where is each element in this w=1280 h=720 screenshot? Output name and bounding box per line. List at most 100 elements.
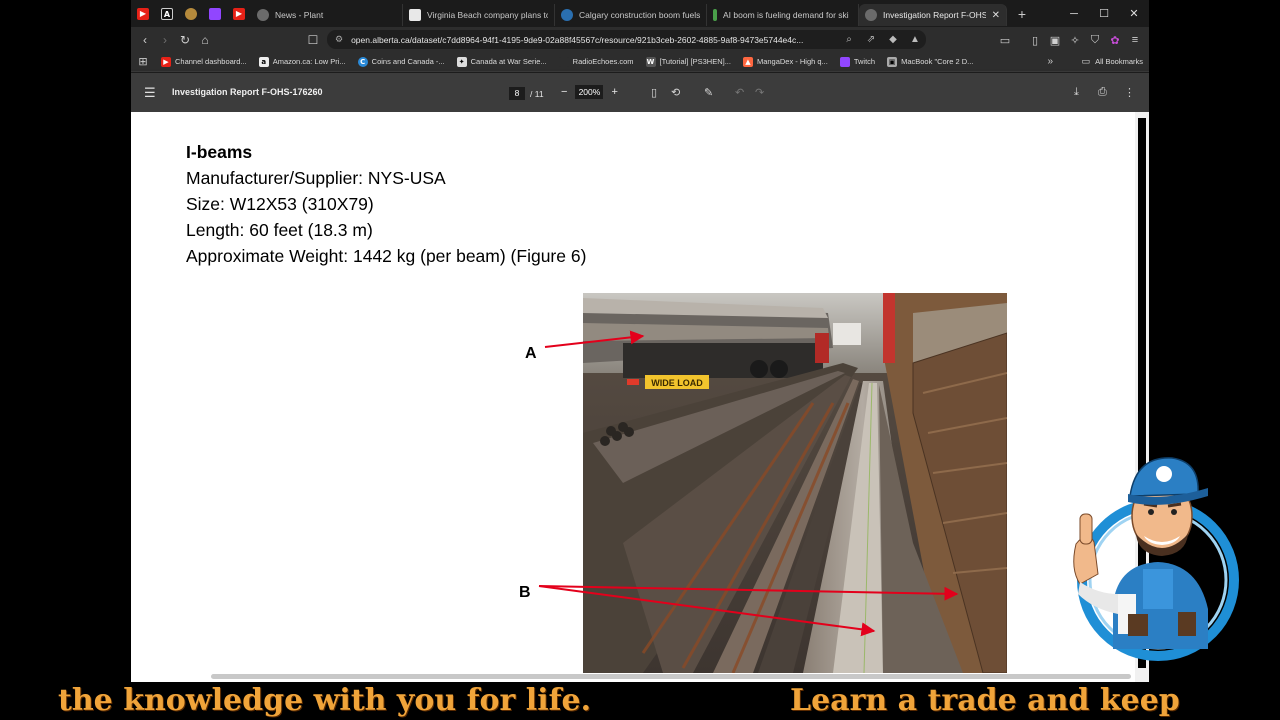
a-pinned-tab[interactable]: A — [155, 0, 179, 27]
calgary-icon — [561, 9, 573, 21]
download-icon[interactable]: ⤓ — [1074, 86, 1079, 99]
zoom-level-input[interactable]: 200% — [575, 85, 604, 99]
leo-button[interactable]: ✧ — [1065, 30, 1085, 50]
i-beams-photo: WIDE LOAD — [583, 293, 1007, 673]
window-controls: ─ ☐ ✕ — [1059, 0, 1149, 27]
maximize-icon[interactable]: ☐ — [1089, 7, 1119, 20]
cast-icon: ▭ — [999, 34, 1011, 47]
bookmark-item[interactable]: C Coins and Canada -... — [352, 56, 451, 67]
address-bar[interactable]: ⚙ open.alberta.ca/dataset/c7dd8964-94f1-… — [327, 30, 926, 49]
more-options-icon[interactable]: ⋮ — [1124, 86, 1135, 99]
home-button[interactable]: ⌂ — [195, 30, 215, 50]
letter-a-icon: A — [161, 7, 173, 20]
cast-button[interactable]: ▭ — [995, 30, 1015, 50]
bookmark-item[interactable]: ▣ MacBook "Core 2 D... — [881, 56, 979, 67]
new-tab-button[interactable]: + — [1011, 6, 1033, 22]
bookmark-item[interactable]: ▶ Channel dashboard... — [155, 56, 253, 67]
mangadex-icon: ▲ — [742, 56, 753, 67]
vpn-button[interactable]: ⛉ — [1085, 30, 1105, 50]
brave-shields-icon[interactable]: ◆ — [882, 34, 904, 45]
news-icon — [409, 9, 421, 21]
close-tab-icon[interactable]: ✕ — [992, 10, 1000, 21]
pdf-menu-icon[interactable]: ☰ — [144, 85, 156, 101]
print-icon[interactable]: ⎙ — [1098, 86, 1107, 99]
tab-calgary-construction[interactable]: Calgary construction boom fuels c — [555, 4, 707, 26]
youtube-icon: ▶ — [137, 7, 149, 20]
pinned-tab-3[interactable] — [179, 0, 203, 27]
forward-arrow-icon: › — [163, 32, 167, 47]
size-line: Size: W12X53 (310X79) — [186, 194, 374, 214]
apps-button[interactable]: ⊞ — [131, 55, 155, 68]
rotate-icon[interactable]: ⟲ — [671, 86, 680, 99]
tab-news-plant[interactable]: News - Plant — [251, 4, 403, 26]
extension-icon: ✿ — [1110, 34, 1120, 47]
caption-banner: the knowledge with you for life. Learn a… — [0, 682, 1280, 720]
shield-icon: ⛉ — [1090, 33, 1100, 46]
wololo-icon: W — [645, 56, 656, 67]
section-heading: I-beams — [186, 142, 253, 162]
wide-load-sign: WIDE LOAD — [651, 378, 703, 388]
amazon-icon: a — [258, 56, 269, 67]
tab-virginia-beach[interactable]: Virginia Beach company plans to a — [403, 4, 555, 26]
redo-icon[interactable]: ↷ — [755, 86, 764, 99]
zoom-in-icon[interactable]: + — [611, 86, 617, 98]
war-series-icon: ✦ — [456, 56, 467, 67]
sidebar-button[interactable]: ▯ — [1025, 30, 1045, 50]
back-button[interactable]: ‹ — [135, 30, 155, 50]
wallet-button[interactable]: ▣ — [1045, 30, 1065, 50]
extension-button[interactable]: ✿ — [1105, 30, 1125, 50]
caption-right: Learn a trade and keep — [790, 683, 1180, 718]
pdf-page[interactable]: I-beams Manufacturer/Supplier: NYS-USA S… — [131, 112, 1149, 682]
bookmark-item[interactable]: ✦ Canada at War Serie... — [451, 56, 553, 67]
undo-icon[interactable]: ↶ — [735, 86, 744, 99]
forward-button[interactable]: › — [155, 30, 175, 50]
bookmark-page-button[interactable]: ☐ — [303, 30, 323, 50]
callout-b-label: B — [519, 584, 531, 601]
tab-label: Virginia Beach company plans to a — [427, 10, 548, 20]
brave-rewards-icon[interactable]: ▲ — [904, 34, 926, 45]
minimize-icon[interactable]: ─ — [1059, 8, 1089, 20]
reload-icon: ↻ — [179, 32, 191, 47]
tab-ai-boom[interactable]: AI boom is fueling demand for ski — [707, 4, 859, 26]
bookmark-item[interactable]: ▲ MangaDex - High q... — [737, 56, 834, 67]
tab-label: Investigation Report F-OHS- — [883, 10, 986, 20]
share-icon[interactable]: ⇗ — [860, 34, 882, 45]
bookmark-item[interactable]: a Amazon.ca: Low Pri... — [253, 56, 352, 67]
annotate-icon[interactable]: ✎ — [704, 86, 713, 99]
bookmark-label: RadioEchoes.com — [572, 57, 634, 66]
site-info-icon[interactable]: ⚙ — [335, 34, 343, 45]
bookmark-item[interactable]: RadioEchoes.com — [553, 56, 640, 67]
more-bookmarks-icon[interactable]: » — [1047, 56, 1053, 67]
youtube-pinned-tab-2[interactable]: ▶ — [227, 0, 251, 27]
browser-window: ▶ A ▶ News - Plant Virginia Beach compan… — [131, 0, 1149, 682]
back-arrow-icon: ‹ — [143, 32, 147, 47]
tab-strip: ▶ A ▶ News - Plant Virginia Beach compan… — [131, 0, 1149, 27]
youtube-pinned-tab[interactable]: ▶ — [131, 0, 155, 27]
tab-investigation-report[interactable]: Investigation Report F-OHS- ✕ — [859, 4, 1007, 26]
youtube-icon: ▶ — [161, 56, 171, 67]
bookmark-item[interactable]: Twitch — [834, 56, 881, 67]
twitch-icon — [839, 56, 850, 67]
bookmark-label: Amazon.ca: Low Pri... — [272, 57, 346, 66]
ai-icon — [713, 9, 717, 21]
tab-label: AI boom is fueling demand for ski — [723, 10, 849, 20]
twitch-icon — [209, 7, 221, 20]
horizontal-scrollbar[interactable] — [211, 674, 1131, 679]
twitch-pinned-tab[interactable] — [203, 0, 227, 27]
zoom-out-icon[interactable]: − — [561, 86, 567, 98]
sparkle-icon: ✧ — [1070, 34, 1080, 47]
bookmark-item[interactable]: W [Tutorial] [PS3HEN]... — [640, 56, 737, 67]
page-selector: 8 / 11 — [509, 87, 544, 100]
zoom-controls: − 200% + — [561, 85, 618, 99]
page-number-input[interactable]: 8 — [509, 87, 525, 100]
tab-label: News - Plant — [275, 10, 324, 20]
close-window-icon[interactable]: ✕ — [1119, 7, 1149, 20]
url-text[interactable]: open.alberta.ca/dataset/c7dd8964-94f1-41… — [351, 35, 838, 45]
reload-button[interactable]: ↻ — [175, 30, 195, 50]
zoom-icon[interactable]: ⌕ — [838, 34, 860, 45]
menu-button[interactable]: ≡ — [1125, 30, 1145, 50]
all-bookmarks-button[interactable]: ▭ All Bookmarks — [1082, 56, 1143, 67]
fit-page-icon[interactable]: ▯ — [651, 86, 657, 99]
toolbar-right-actions: ▭ ▯ ▣ ✧ ⛉ ✿ ≡ — [995, 30, 1145, 50]
wallet-icon: ▣ — [1049, 34, 1061, 47]
